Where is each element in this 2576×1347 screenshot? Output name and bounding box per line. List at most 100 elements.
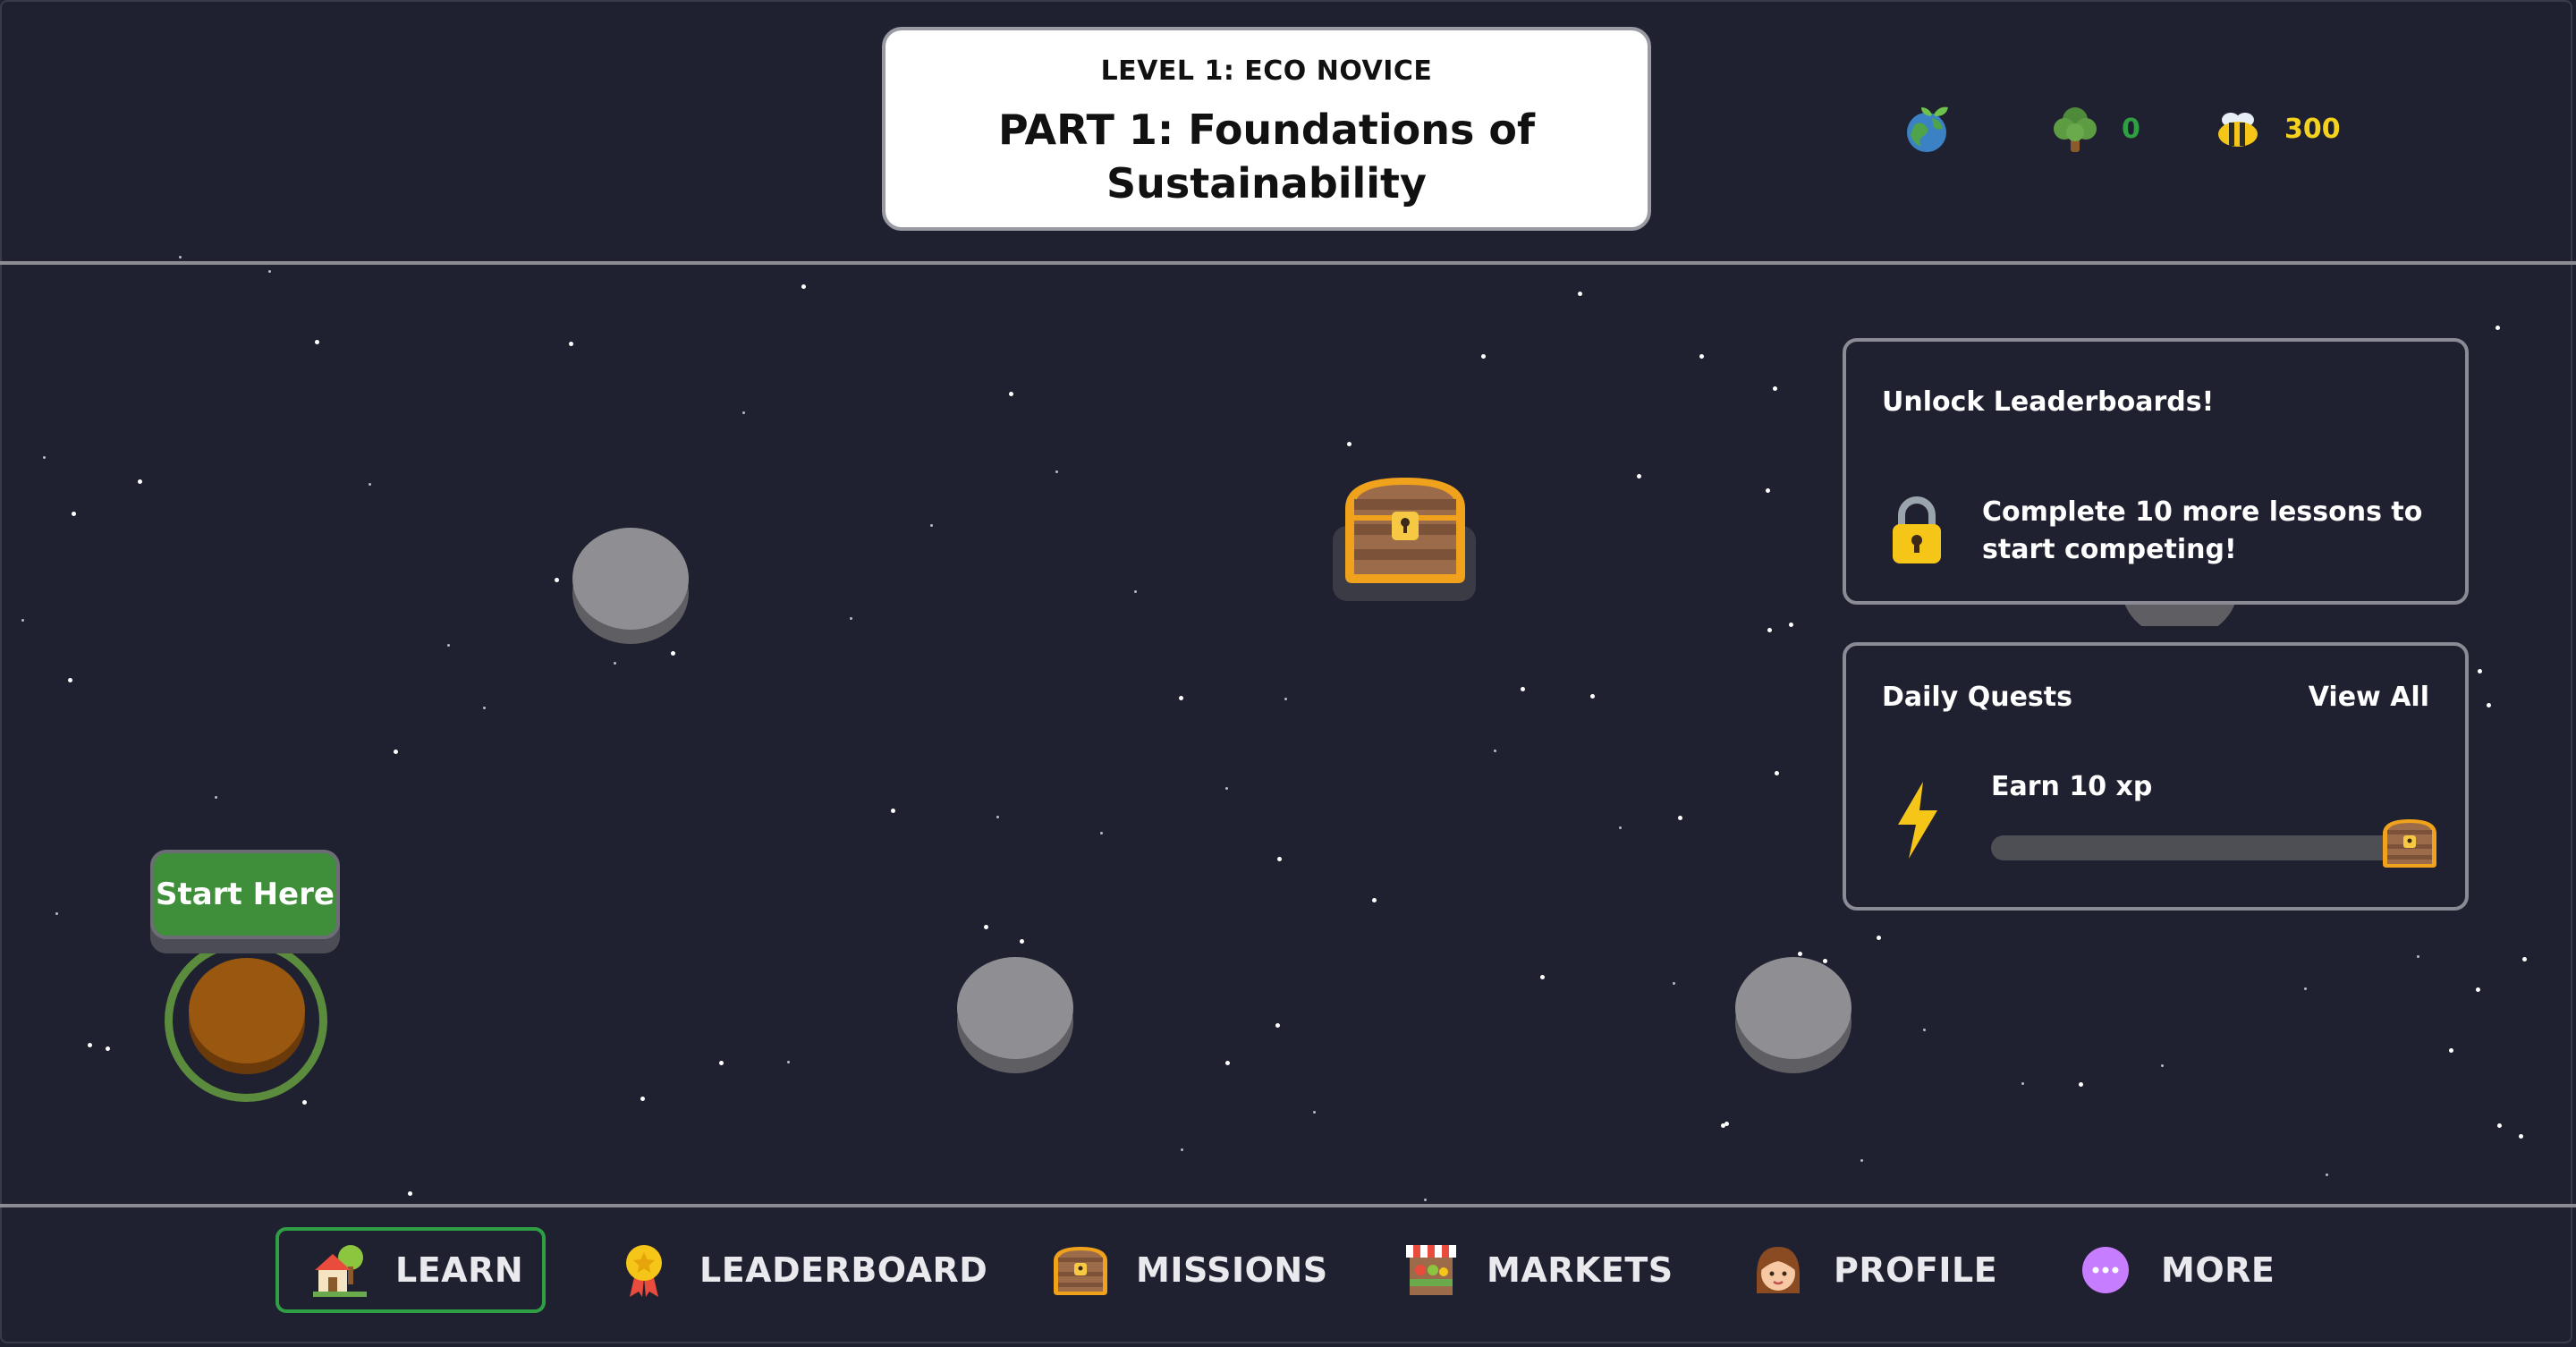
star [742, 411, 745, 414]
star [2478, 669, 2482, 674]
star [1179, 696, 1183, 700]
globe-stat[interactable] [1902, 100, 1955, 157]
daily-quests-panel: Daily Quests View All Earn 10 xp [1843, 642, 2469, 911]
star [1225, 787, 1228, 790]
star [2476, 987, 2480, 992]
star [315, 340, 319, 344]
star [1637, 474, 1641, 479]
star [1673, 982, 1675, 985]
treasure-chest-icon [2383, 819, 2436, 868]
leaderboards-unlock-message: Complete 10 more lessons to start compet… [1982, 496, 2423, 565]
header-divider [0, 261, 2576, 265]
nav-learn-label: LEARN [395, 1250, 524, 1290]
star [1877, 936, 1881, 940]
market-stall-icon [1402, 1241, 1460, 1299]
nav-profile-label: PROFILE [1834, 1250, 1998, 1290]
treasure-chest-icon [1052, 1241, 1109, 1299]
star [2304, 987, 2307, 990]
star [1275, 1023, 1280, 1028]
girl-face-icon [1750, 1241, 1807, 1299]
star [1055, 470, 1058, 473]
star [614, 662, 616, 665]
star [787, 1061, 790, 1063]
star [88, 1043, 92, 1047]
star [996, 816, 999, 818]
star [1134, 590, 1137, 593]
star [1181, 1148, 1183, 1151]
star [984, 925, 988, 929]
star [1225, 1061, 1230, 1065]
star [1277, 857, 1282, 861]
star [1372, 898, 1377, 902]
star [1678, 816, 1682, 820]
quest-label: Earn 10 xp [1991, 771, 2153, 802]
star [2417, 955, 2419, 958]
nav-markets[interactable]: MARKETS [1402, 1227, 1674, 1313]
more-dots-icon [2077, 1241, 2134, 1299]
start-here-callout[interactable]: Start Here [150, 850, 340, 953]
star [1860, 1159, 1863, 1162]
nav-profile[interactable]: PROFILE [1750, 1227, 1997, 1313]
level-title-card: LEVEL 1: ECO NOVICE PART 1: Foundations … [882, 27, 1651, 231]
house-tree-icon [311, 1241, 369, 1299]
star [1619, 826, 1622, 829]
star [1284, 698, 1287, 700]
lock-icon [1893, 496, 1941, 563]
star [1347, 442, 1352, 446]
star [2079, 1082, 2083, 1087]
star [1521, 687, 1525, 691]
part-title: PART 1: Foundations of Sustainability [998, 106, 1535, 208]
lesson-node-locked[interactable] [957, 957, 1073, 1073]
quest-progress-bar [1991, 835, 2402, 860]
star [55, 912, 58, 915]
star [1789, 623, 1793, 627]
star [215, 796, 217, 799]
trees-stat[interactable]: 0 [2048, 100, 2140, 157]
star [1424, 1199, 1427, 1201]
star [138, 479, 142, 484]
nav-learn[interactable]: LEARN [275, 1227, 546, 1313]
star [179, 256, 182, 258]
star [801, 284, 806, 289]
view-all-quests-link[interactable]: View All [2309, 682, 2429, 713]
star [1923, 1029, 1926, 1031]
level-label: LEVEL 1: ECO NOVICE [1100, 55, 1433, 87]
star [268, 270, 271, 273]
star [394, 750, 398, 754]
lightning-icon [1898, 782, 1937, 859]
star [447, 644, 450, 647]
nav-more[interactable]: MORE [2077, 1227, 2275, 1313]
star [302, 1100, 307, 1105]
star [106, 1046, 110, 1051]
star [1540, 975, 1545, 979]
star [1724, 1122, 1729, 1126]
nav-missions-label: MISSIONS [1136, 1250, 1328, 1290]
bees-stat[interactable]: 300 [2211, 100, 2341, 157]
lesson-node-locked[interactable] [1735, 957, 1852, 1073]
star [1020, 939, 1024, 944]
star [408, 1191, 412, 1196]
star [2326, 1173, 2328, 1176]
bee-icon [2211, 102, 2265, 156]
treasure-chest-icon [1345, 478, 1465, 583]
bees-count: 300 [2284, 113, 2341, 145]
start-lesson-node[interactable] [165, 939, 327, 1102]
medal-icon [615, 1241, 673, 1299]
nav-more-label: MORE [2161, 1250, 2275, 1290]
nav-missions[interactable]: MISSIONS [1052, 1227, 1328, 1313]
star [43, 456, 46, 459]
star [1798, 952, 1802, 956]
unlock-leaderboards-panel: Unlock Leaderboards! Complete 10 more le… [1843, 338, 2469, 605]
treasure-chest-node[interactable] [1333, 472, 1476, 601]
star [1767, 628, 1772, 632]
star [1481, 354, 1486, 359]
star [1590, 694, 1595, 699]
nav-leaderboard[interactable]: LEADERBOARD [615, 1227, 987, 1313]
star [640, 1097, 645, 1101]
lesson-node-locked[interactable] [572, 528, 689, 644]
star [68, 678, 72, 682]
star [2021, 1082, 2024, 1085]
star [2487, 703, 2491, 707]
star [72, 512, 76, 516]
star [2519, 1134, 2523, 1139]
